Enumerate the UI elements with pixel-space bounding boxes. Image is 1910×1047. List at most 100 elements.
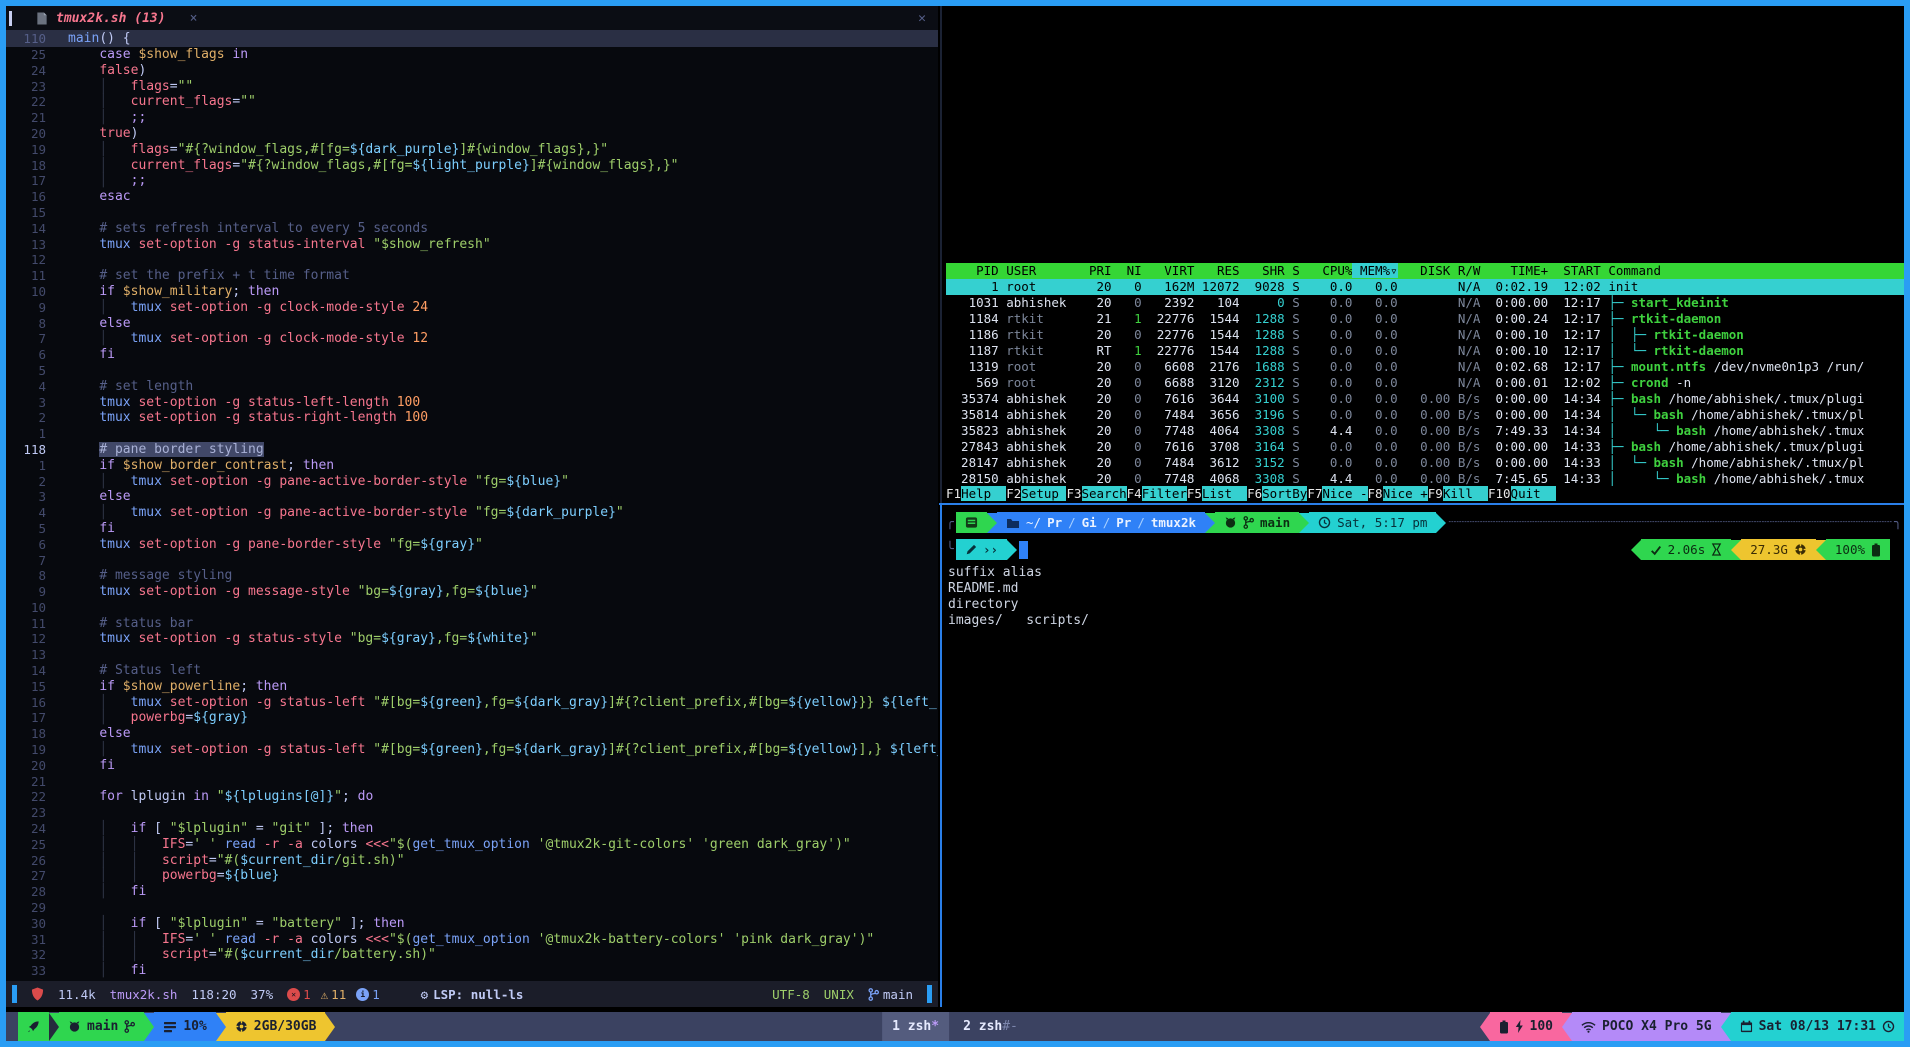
process-row[interactable]: 1319 root 20 0 6608 2176 1688 S 0.0 0.0 …	[946, 359, 1904, 375]
line-number: 2	[6, 410, 55, 426]
line-number: 8	[6, 568, 55, 584]
process-row[interactable]: 1 root 20 0 162M 12072 9028 S 0.0 0.0 N/…	[946, 279, 1904, 295]
column-header[interactable]: SHR	[1240, 263, 1285, 278]
process-row[interactable]: 35823 abhishek 20 0 7748 4064 3308 S 4.4…	[946, 423, 1904, 439]
line-number: 17	[6, 710, 55, 726]
code-line: 29	[6, 900, 938, 916]
line-number: 7	[6, 331, 55, 347]
line-number: 12	[6, 631, 55, 647]
powerline-separator	[144, 1013, 154, 1041]
code-line: 118 # pane border styling	[6, 442, 938, 458]
process-row[interactable]: 1187 rtkit RT 1 22776 1544 1288 S 0.0 0.…	[946, 343, 1904, 359]
active-pane-border-top[interactable]	[939, 503, 1904, 505]
cpu-row: 10: 5.0% sys: 3.1% low: 0.0% vir: 0.0%	[956, 164, 1317, 180]
process-row[interactable]: 28150 abhishek 20 0 7748 4068 3308 S 4.4…	[946, 471, 1904, 487]
process-row[interactable]: 569 root 20 0 6688 3120 2312 S 0.0 0.0 N…	[946, 375, 1904, 391]
column-header[interactable]: NI	[1112, 263, 1142, 278]
tab-close-icon[interactable]: ×	[190, 11, 198, 26]
code-line: 21	[6, 774, 938, 790]
column-header[interactable]: START	[1548, 263, 1601, 278]
fkey-filter[interactable]: F4Filter	[1127, 486, 1187, 502]
terminal-output: suffix aliasREADME.mddirectoryimages/ sc…	[946, 565, 1904, 629]
terminal-output-line: images/ scripts/	[946, 613, 1904, 629]
fkey-search[interactable]: F3Search	[1066, 486, 1126, 502]
process-command: ├─ bash /home/abhishek/.tmux/plugi	[1608, 439, 1864, 454]
function-key-bar[interactable]: F1Help F2Setup F3SearchF4FilterF5List F6…	[946, 486, 1556, 502]
fkey-quit[interactable]: F10Quit	[1488, 486, 1556, 502]
code-line: 25 case $show_flags in	[6, 47, 938, 63]
terminal-pane[interactable]: ╭~/Pr/Gi/Pr/tmux2kmainSat, 5:17 pm┄┄┄┄┄┄…	[946, 506, 1904, 1007]
line-number: 6	[6, 537, 55, 553]
process-row[interactable]: 1031 abhishek 20 0 2392 104 0 S 0.0 0.0 …	[946, 295, 1904, 311]
branch-icon	[868, 988, 879, 1001]
window-flag: *	[931, 1019, 939, 1034]
osbox-icon	[965, 516, 978, 529]
code-line: 8 else	[6, 316, 938, 332]
process-row[interactable]: 28147 abhishek 20 0 7484 3612 3152 S 0.0…	[946, 455, 1904, 471]
code-line: 24 false)	[6, 63, 938, 79]
pane-divider[interactable]	[940, 6, 942, 503]
column-header[interactable]: PRI	[1074, 263, 1112, 278]
column-header[interactable]: USER	[999, 263, 1074, 278]
info-icon: i	[356, 988, 369, 1001]
cpu-row: 4: 3.2% sys: 4.5% low: 0.0% vir: 0.0%	[956, 68, 1317, 84]
line-number: 17	[6, 173, 55, 189]
column-header[interactable]: S	[1285, 263, 1300, 278]
process-row[interactable]: 27843 abhishek 20 0 7616 3708 3164 S 0.0…	[946, 439, 1904, 455]
cursor-position: 118:20	[191, 987, 236, 1002]
hourglass-icon	[1711, 543, 1722, 556]
tmux-window-1[interactable]: 1 zsh*	[882, 1012, 949, 1041]
column-header[interactable]: MEM%▿	[1352, 263, 1397, 278]
line-number: 8	[6, 316, 55, 332]
clock-icon	[1882, 1020, 1895, 1033]
column-header[interactable]: DISK R/W	[1398, 263, 1481, 278]
cpu-icon	[163, 1021, 177, 1033]
code-line: 28 │ fi	[6, 884, 938, 900]
fkey-nice-[interactable]: F7Nice -	[1307, 486, 1367, 502]
pane-close-icon[interactable]: ✕	[918, 11, 926, 26]
code-line: 18 │ current_flags="#{?window_flags,#[fg…	[6, 158, 938, 174]
fkey-help[interactable]: F1Help	[946, 486, 1006, 502]
segment-datetime: Sat 08/13 17:31	[1731, 1012, 1904, 1041]
segment-battery: 100	[1490, 1012, 1562, 1041]
column-header[interactable]: VIRT	[1142, 263, 1195, 278]
cpu-row: 2: 1.9% sys: 6.4% low: 0.0% vir: 0.0%	[956, 36, 1317, 52]
line-number: 1	[6, 458, 55, 474]
process-row[interactable]: 35374 abhishek 20 0 7616 3644 3100 S 0.0…	[946, 391, 1904, 407]
process-command: ├─ start_kdeinit	[1608, 295, 1728, 310]
column-header[interactable]: TIME+	[1480, 263, 1548, 278]
code-line: 25 │ │ IFS=' ' read -r -a colors <<<"$(g…	[6, 837, 938, 853]
column-header[interactable]: RES	[1194, 263, 1239, 278]
column-header[interactable]: CPU%	[1300, 263, 1353, 278]
fkey-setup[interactable]: F2Setup	[1006, 486, 1066, 502]
process-row[interactable]: 1186 rtkit 20 0 22776 1544 1288 S 0.0 0.…	[946, 327, 1904, 343]
fkey-sortby[interactable]: F6SortBy	[1247, 486, 1307, 502]
editor-pane[interactable]: tmux2k.sh (13) × ✕ 110 main() { 25 case …	[6, 6, 938, 1007]
fkey-kill[interactable]: F9Kill	[1428, 486, 1488, 502]
line-number: 21	[6, 774, 55, 790]
github-icon	[1224, 516, 1237, 529]
tab-tmux2k[interactable]: tmux2k.sh (13) ×	[36, 11, 197, 26]
process-row[interactable]: 1184 rtkit 21 1 22776 1544 1288 S 0.0 0.…	[946, 311, 1904, 327]
diagnostic-warnings: ⚠11	[321, 987, 347, 1002]
column-header[interactable]: PID	[946, 263, 999, 278]
column-header[interactable]: Command	[1601, 263, 1661, 278]
active-pane-border-left[interactable]	[940, 503, 942, 1007]
line-number: 23	[6, 805, 55, 821]
fkey-list[interactable]: F5List	[1187, 486, 1247, 502]
code-line: 1	[6, 426, 938, 442]
ram-icon	[1794, 543, 1807, 556]
process-table-header[interactable]: PID USER PRI NI VIRT RES SHR S CPU% MEM%…	[946, 263, 1904, 279]
code-line: 4 # set length	[6, 379, 938, 395]
process-row[interactable]: 35814 abhishek 20 0 7484 3656 3196 S 0.0…	[946, 407, 1904, 423]
powerline-separator	[1721, 1013, 1731, 1041]
tmux-window-2[interactable]: 2 zsh#-	[953, 1012, 1028, 1041]
fkey-nice-[interactable]: F8Nice +	[1368, 486, 1428, 502]
code-line: 7	[6, 553, 938, 569]
terminal-cursor[interactable]	[1019, 541, 1028, 559]
line-number: 24	[6, 63, 55, 79]
system-monitor-pane[interactable]: 1: 1.9% sys: 4.5% low: 0.0% vir: 0.0% 2:…	[946, 6, 1904, 503]
system-info-line: Battery: 100.0% (Running on A/C)	[1467, 68, 1776, 84]
process-table[interactable]: 1 root 20 0 162M 12072 9028 S 0.0 0.0 N/…	[946, 279, 1904, 487]
code-area[interactable]: 25 case $show_flags in24 false)23 │ flag…	[6, 47, 938, 979]
